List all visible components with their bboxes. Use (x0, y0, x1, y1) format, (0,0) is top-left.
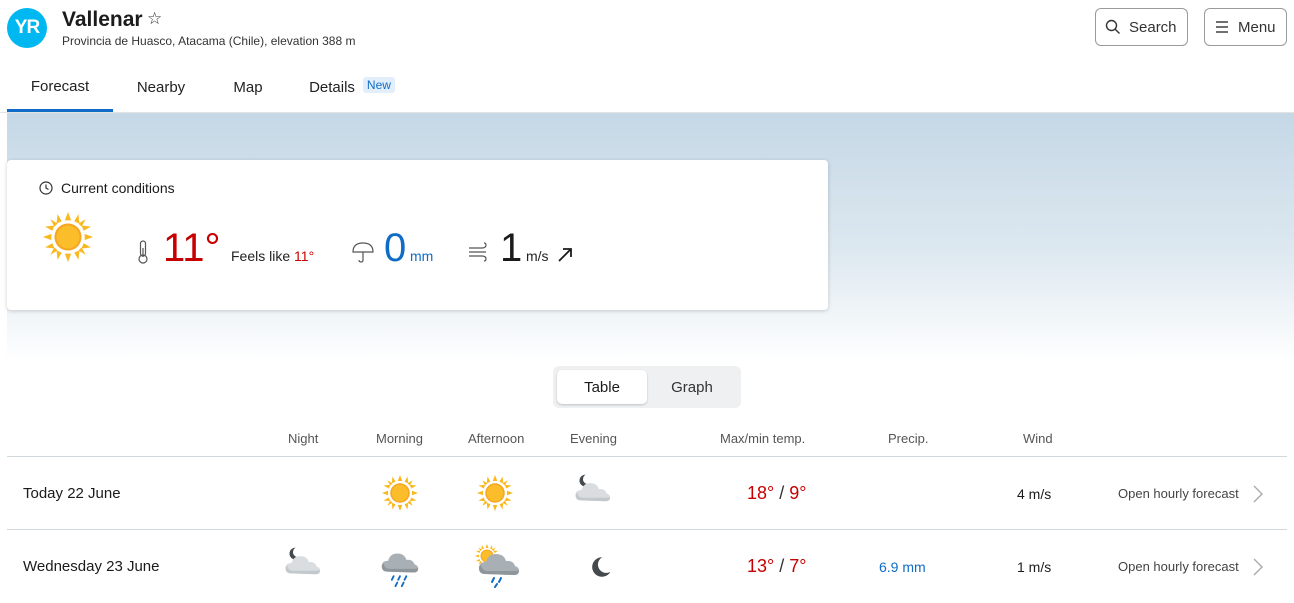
wind-direction-arrow-icon (558, 248, 572, 262)
open-hourly-forecast-link[interactable]: Open hourly forecast (1118, 486, 1239, 501)
menu-button[interactable]: Menu (1204, 8, 1287, 46)
wind-icon (469, 242, 487, 262)
search-button[interactable]: Search (1095, 8, 1188, 46)
current-conditions-label: Current conditions (61, 180, 175, 196)
forecast-row[interactable]: Wednesday 23 June 13° / 7° 6.9 mm 1 m/s … (7, 529, 1287, 603)
header: YR Vallenar ☆ Provincia de Huasco, Ataca… (0, 0, 1294, 64)
row-day: Today 22 June (23, 485, 121, 502)
row-wind: 4 m/s (1017, 486, 1052, 502)
row-temperature: 13° / 7° (747, 556, 807, 576)
row-temperature: 18° / 9° (747, 483, 807, 503)
tab-bar: Forecast Nearby Map Details New (0, 64, 1294, 113)
tab-details[interactable]: Details New (287, 64, 417, 110)
view-toggle: Table Graph (553, 366, 741, 408)
table-view-label: Table (584, 378, 620, 396)
row-wind: 1 m/s (1017, 559, 1052, 575)
search-icon (1105, 19, 1120, 34)
search-label: Search (1129, 18, 1177, 36)
graph-view-label: Graph (671, 378, 713, 396)
forecast-row[interactable]: Today 22 June 18° / 9° 4 m/s Open hourly… (7, 456, 1287, 530)
clock-icon (39, 181, 53, 195)
header-morning: Morning (376, 431, 423, 446)
tab-label: Details (309, 78, 355, 96)
header-afternoon: Afternoon (468, 431, 525, 446)
moon-cloud-icon (575, 474, 611, 502)
hamburger-icon (1216, 21, 1228, 33)
chevron-right-icon (1253, 485, 1263, 503)
current-precipitation: 0 (384, 226, 407, 270)
table-view-button[interactable]: Table (557, 370, 647, 404)
wind-unit: m/s (526, 248, 549, 264)
location-title: Vallenar (62, 8, 143, 31)
feels-like-value: 11° (294, 248, 315, 264)
rain-cloud-icon (381, 553, 419, 588)
feels-like-label: Feels like (231, 248, 291, 264)
row-precipitation: 6.9 mm (879, 559, 926, 575)
graph-view-button[interactable]: Graph (647, 370, 737, 404)
menu-label: Menu (1238, 18, 1276, 36)
tab-label: Nearby (136, 78, 186, 96)
header-temp: Max/min temp. (720, 431, 806, 446)
header-evening: Evening (570, 431, 617, 446)
row-max-temp: 18° (747, 483, 775, 503)
current-conditions-title: Current conditions (39, 180, 175, 196)
new-badge: New (362, 77, 395, 93)
thermometer-icon (138, 240, 148, 264)
sun-icon (43, 212, 93, 262)
header-wind: Wind (1023, 431, 1053, 446)
tab-forecast[interactable]: Forecast (7, 64, 113, 112)
row-max-temp: 13° (747, 556, 775, 576)
current-conditions-card: Current conditions 11° Feels like 11° 0 … (7, 160, 828, 310)
current-wind-speed: 1 (500, 226, 523, 270)
feels-like: Feels like 11° (231, 248, 314, 264)
sun-icon (382, 475, 418, 511)
row-min-temp: 7° (789, 556, 807, 576)
current-temperature: 11° (163, 226, 221, 270)
favorite-star-icon[interactable]: ☆ (147, 9, 162, 29)
umbrella-icon (352, 242, 374, 263)
sun-icon (477, 475, 513, 511)
tab-label: Forecast (30, 78, 90, 95)
tab-label: Map (233, 78, 263, 96)
open-hourly-forecast-link[interactable]: Open hourly forecast (1118, 559, 1239, 574)
header-precip: Precip. (888, 431, 929, 446)
row-day: Wednesday 23 June (23, 558, 160, 575)
moon-cloud-icon (285, 547, 321, 575)
tab-nearby[interactable]: Nearby (113, 64, 209, 110)
header-night: Night (288, 431, 319, 446)
precipitation-unit: mm (410, 248, 434, 264)
sun-rain-cloud-icon (475, 544, 519, 588)
tab-map[interactable]: Map (209, 64, 287, 110)
yr-logo[interactable]: YR (7, 8, 47, 48)
moon-icon (592, 557, 611, 577)
chevron-right-icon (1253, 558, 1263, 576)
row-min-temp: 9° (789, 483, 807, 503)
location-subtitle: Provincia de Huasco, Atacama (Chile), el… (62, 34, 356, 48)
